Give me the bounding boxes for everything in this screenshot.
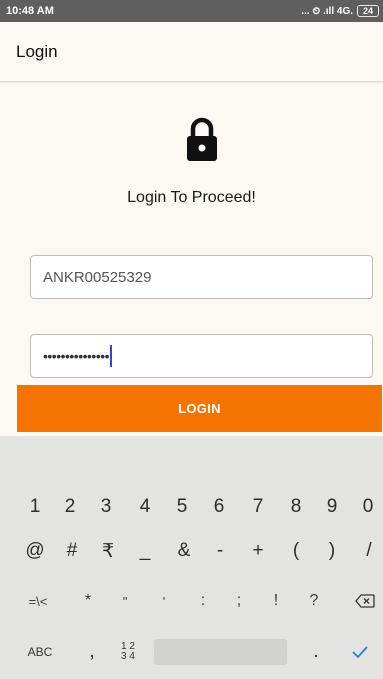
status-bar: 10:48 AM ... ⏲ .ıll 4G. 24 [0, 0, 383, 22]
key-2[interactable]: 2 [55, 489, 85, 525]
key-6[interactable]: 6 [204, 489, 234, 525]
key-minus[interactable]: - [205, 533, 235, 569]
text-cursor [110, 345, 113, 367]
app-bar: Login [0, 22, 383, 82]
key-double-quote[interactable]: " [110, 583, 140, 619]
key-semicolon[interactable]: ; [224, 583, 254, 619]
status-indicators: ... ⏲ .ıll 4G. [301, 5, 353, 17]
key-7[interactable]: 7 [243, 489, 273, 525]
key-3[interactable]: 3 [91, 489, 121, 525]
spacebar[interactable] [154, 639, 287, 665]
key-abc[interactable]: ABC [25, 634, 55, 670]
login-screen: 10:48 AM ... ⏲ .ıll 4G. 24 Login Login T… [0, 0, 383, 679]
key-9[interactable]: 9 [317, 489, 347, 525]
key-more-symbols[interactable]: =\< [23, 583, 53, 619]
keyboard-row-bottom: ABC , 1 2 3 4 . [0, 634, 383, 674]
key-at[interactable]: @ [20, 533, 50, 569]
key-underscore[interactable]: _ [130, 533, 160, 569]
status-indicators-group: ... ⏲ .ıll 4G. 24 [301, 5, 379, 17]
page-title: Login [16, 41, 58, 61]
key-question[interactable]: ? [299, 583, 329, 619]
key-period[interactable]: . [301, 634, 331, 670]
keyboard-row-symbols-2: =\< * " ' : ; ! ? [0, 583, 383, 623]
key-open-paren[interactable]: ( [281, 533, 311, 569]
login-button-label: LOGIN [178, 401, 221, 416]
key-exclamation[interactable]: ! [261, 583, 291, 619]
lock-icon [187, 117, 217, 161]
key-plus[interactable]: + [243, 533, 273, 569]
battery-icon: 24 [357, 5, 379, 17]
key-rupee[interactable]: ₹ [93, 533, 123, 569]
key-5[interactable]: 5 [167, 489, 197, 525]
key-numpad[interactable]: 1 2 3 4 [113, 634, 143, 670]
username-value: ANKR00525329 [43, 268, 152, 286]
key-hash[interactable]: # [57, 533, 87, 569]
battery-level: 24 [362, 6, 373, 16]
check-icon[interactable] [345, 634, 375, 670]
keyboard-row-numbers: 1 2 3 4 5 6 7 8 9 0 [0, 489, 383, 529]
key-colon[interactable]: : [188, 583, 218, 619]
key-slash[interactable]: / [354, 533, 383, 569]
password-input[interactable]: ••••••••••••••• [30, 334, 373, 378]
key-close-paren[interactable]: ) [317, 533, 347, 569]
key-0[interactable]: 0 [353, 489, 383, 525]
backspace-icon[interactable] [350, 583, 380, 619]
key-4[interactable]: 4 [130, 489, 160, 525]
key-8[interactable]: 8 [281, 489, 311, 525]
login-button[interactable]: LOGIN [17, 385, 382, 432]
status-time: 10:48 AM [6, 5, 54, 17]
username-input[interactable]: ANKR00525329 [30, 255, 373, 299]
key-1[interactable]: 1 [20, 489, 50, 525]
login-heading: Login To Proceed! [127, 189, 256, 206]
key-single-quote[interactable]: ' [149, 583, 179, 619]
key-ampersand[interactable]: & [169, 533, 199, 569]
password-value: ••••••••••••••• [43, 348, 110, 364]
keyboard-row-symbols: @ # ₹ _ & - + ( ) / [0, 533, 383, 573]
key-asterisk[interactable]: * [73, 583, 103, 619]
key-comma[interactable]: , [77, 634, 107, 670]
